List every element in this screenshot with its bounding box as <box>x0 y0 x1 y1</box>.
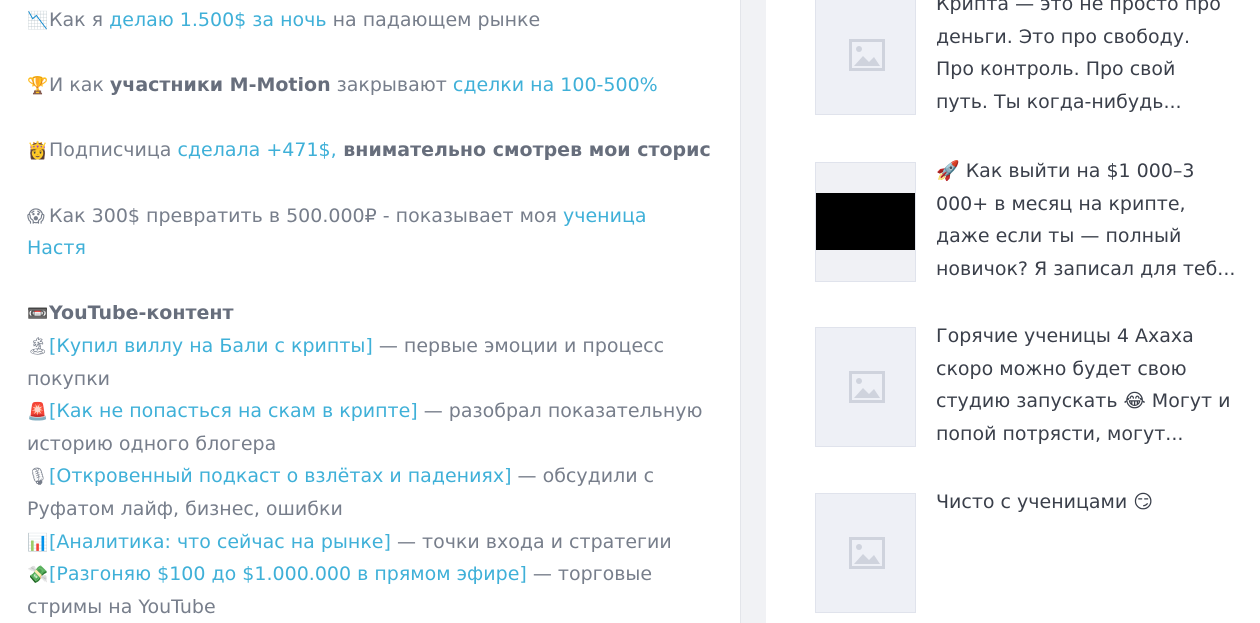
desc-line-4: 😱 Как 300$ превратить в 500.000₽ - показы… <box>27 200 717 233</box>
post-line: 🚀 Как выйти на $1 000–3 <box>936 160 1195 182</box>
desc-line-7: 🚨[Как не попасться на скам в крипте] — р… <box>27 395 717 428</box>
image-placeholder-icon <box>849 537 885 569</box>
channel-description-panel: 📉Как я делаю 1.500$ за ночь на падающем … <box>0 0 740 623</box>
post-line: скоро можно будет свою <box>936 357 1187 380</box>
post-line: Чисто с ученицами 😏 <box>936 491 1154 513</box>
text: Руфатом лайф, бизнес, ошибки <box>27 497 343 520</box>
desc-line-10: 💸[Разгоняю $100 до $1.000.000 в прямом э… <box>27 558 717 591</box>
chart-down-icon: 📉 <box>27 11 49 31</box>
desc-line-6: 🏝[Купил виллу на Бали с крипты] — первые… <box>27 330 717 363</box>
link-student-name[interactable]: Настя <box>27 237 86 259</box>
post-line: Про контроль. Про свой <box>936 58 1176 81</box>
videocassette-icon: 📼 <box>27 304 49 325</box>
link-subscriber-profit[interactable]: сделала +471$, <box>177 139 336 161</box>
post-preview-text: 🚀 Как выйти на $1 000–3 000+ в месяц на … <box>936 155 1236 285</box>
text: историю одного блогера <box>27 432 277 455</box>
post-preview-text: Горячие ученицы 4 Ахаха скоро можно буде… <box>936 320 1236 450</box>
desc-line-5: 📼YouTube-контент <box>27 297 717 330</box>
post-thumbnail[interactable] <box>815 327 916 447</box>
bar-chart-icon: 📊 <box>27 532 49 553</box>
post-line: студию запускать 😂 Могут и <box>936 390 1231 413</box>
text: Подписчица <box>49 139 178 162</box>
desc-line-8b: Руфатом лайф, бизнес, ошибки <box>27 493 717 526</box>
link-scam-video[interactable]: [Как не попасться на скам в крипте] <box>49 400 418 422</box>
text: — точки входа и стратегии <box>390 530 672 553</box>
description-text: 📉Как я делаю 1.500$ за ночь на падающем … <box>27 0 717 623</box>
post-line: Горячие ученицы 4 Ахаха <box>936 325 1194 347</box>
image-placeholder-icon <box>849 39 885 71</box>
text: — торговые <box>526 563 653 586</box>
link-student[interactable]: ученица <box>563 205 647 227</box>
desc-line-10b: стримы на YouTube <box>27 591 717 623</box>
post-line: деньги. Это про свободу. <box>936 25 1191 48</box>
post-thumbnail[interactable] <box>815 0 916 115</box>
text: закрывают <box>330 74 453 97</box>
panel-divider <box>740 0 766 623</box>
post-line: новичок? Я записал для теб... <box>936 257 1236 280</box>
siren-icon: 🚨 <box>27 402 49 423</box>
island-icon: 🏝 <box>27 336 49 357</box>
princess-icon: 👸 <box>27 141 49 162</box>
link-villa-video[interactable]: [Купил виллу на Бали с крипты] <box>49 335 373 357</box>
desc-line-9: 📊[Аналитика: что сейчас на рынке] — точк… <box>27 526 717 559</box>
microphone-icon: 🎙 <box>27 467 49 488</box>
post-preview-text: Крипта — это не просто про деньги. Это п… <box>936 0 1236 118</box>
post-preview-text: Чисто с ученицами 😏 <box>936 486 1236 519</box>
post-line: 000+ в месяц на крипте, <box>936 192 1186 215</box>
text: — обсудили с <box>511 465 655 488</box>
post-line: путь. Ты когда-нибудь... <box>936 90 1182 113</box>
video-frame <box>816 193 915 250</box>
text: Как я <box>49 9 110 31</box>
text: покупки <box>27 367 111 390</box>
link-deals[interactable]: сделки на 100-500% <box>453 74 658 96</box>
desc-line-6b: покупки <box>27 363 717 396</box>
bold-text: участники M-Motion <box>109 74 331 97</box>
post-thumbnail-video[interactable] <box>815 162 916 282</box>
text: И как <box>49 74 110 97</box>
scream-icon: 😱 <box>27 206 45 227</box>
text: Как 300$ превратить в 500.000₽ - показыв… <box>49 204 564 227</box>
link-profit-night[interactable]: делаю 1.500$ за ночь <box>109 9 326 31</box>
link-analytics[interactable]: [Аналитика: что сейчас на рынке] <box>49 531 391 553</box>
desc-line-2: 🏆И как участники M-Motion закрывают сдел… <box>27 69 717 102</box>
link-stream[interactable]: [Разгоняю $100 до $1.000.000 в прямом эф… <box>49 563 527 585</box>
desc-line-4b: Настя <box>27 232 717 265</box>
post-line: Крипта — это не просто про <box>936 0 1221 15</box>
link-podcast[interactable]: [Откровенный подкаст о взлётах и падения… <box>49 465 512 487</box>
text: стримы на YouTube <box>27 595 216 618</box>
section-heading: YouTube-контент <box>49 302 234 325</box>
bold-text: внимательно смотрев мои сторис <box>336 139 711 162</box>
text: — первые эмоции и процесс <box>372 334 665 357</box>
trophy-icon: 🏆 <box>27 76 49 97</box>
post-line: попой потрясти, могут... <box>936 422 1184 445</box>
post-line: даже если ты — полный <box>936 225 1182 248</box>
desc-line-1: 📉Как я делаю 1.500$ за ночь на падающем … <box>27 4 717 37</box>
desc-line-8: 🎙[Откровенный подкаст о взлётах и падени… <box>27 460 717 493</box>
post-thumbnail[interactable] <box>815 493 916 613</box>
image-placeholder-icon <box>849 371 885 403</box>
text: на падающем рынке <box>326 9 541 31</box>
desc-line-7b: историю одного блогера <box>27 428 717 461</box>
money-wings-icon: 💸 <box>27 565 49 586</box>
desc-line-3: 👸Подписчица сделала +471$, внимательно с… <box>27 134 717 167</box>
text: — разобрал показательную <box>417 400 703 423</box>
